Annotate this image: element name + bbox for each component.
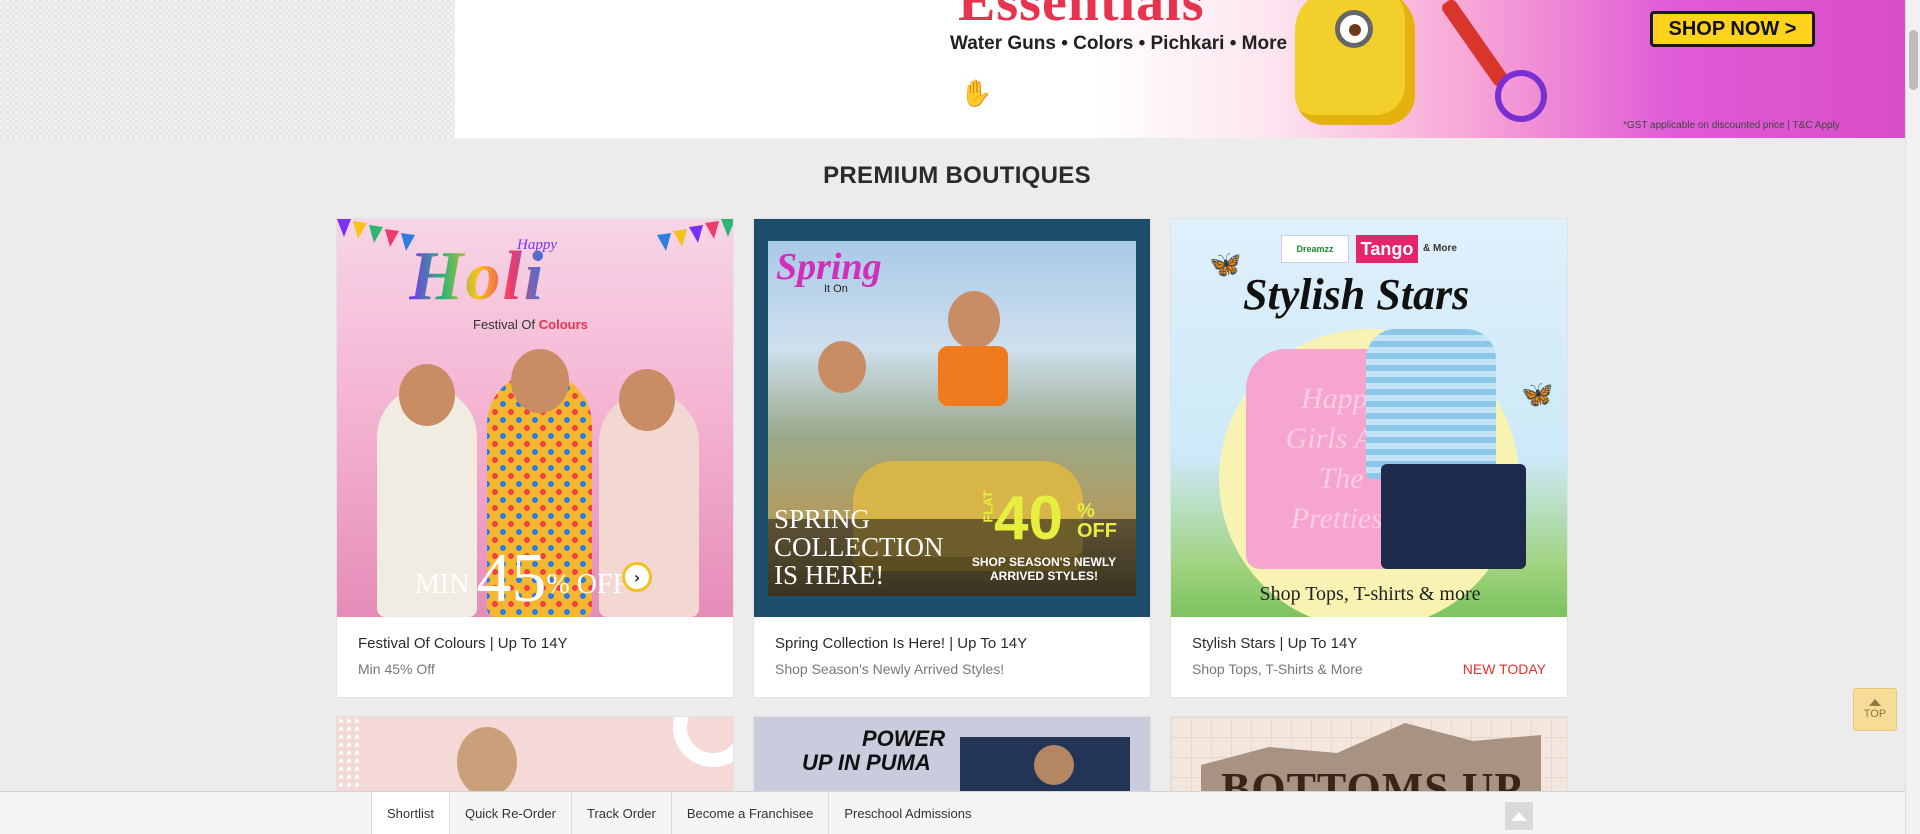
puma-line-2: UP IN PUMA [802, 750, 931, 775]
expand-bar-button[interactable] [1505, 802, 1533, 830]
kid-head-left [399, 364, 455, 426]
striped-tank-image [1366, 329, 1496, 479]
ring-shape [673, 717, 733, 767]
spring-collection-text: SPRING COLLECTION IS HERE! [774, 504, 944, 590]
caret-up-icon [1511, 811, 1527, 821]
holi-min: MIN [415, 569, 470, 600]
kid-girl-head [948, 291, 1000, 349]
hero-subtitle: Water Guns • Colors • Pichkari • More [950, 33, 1288, 54]
kid-head-right [619, 369, 675, 431]
butterfly-icon: 🦋 [1521, 379, 1554, 409]
butterfly-icon: 🦋 [1209, 249, 1242, 279]
hero-left-pattern [0, 0, 455, 138]
boutique-card-spring[interactable]: Spring It On SPRING COLLECTION IS HERE! … [753, 218, 1151, 698]
boy-head-image [457, 727, 517, 797]
card-subtitle: Shop Season's Newly Arrived Styles! [775, 661, 1005, 677]
become-franchisee-link[interactable]: Become a Franchisee [672, 792, 830, 834]
bottom-quick-bar: Shortlist Quick Re-Order Track Order Bec… [0, 791, 1905, 834]
top-label: TOP [1863, 708, 1887, 720]
holi-percent: 45 [476, 540, 547, 617]
boutique-card-holi[interactable]: Happy Holi Festival Of Colours MIN 45% O… [336, 218, 734, 698]
section-title: PREMIUM BOUTIQUES [823, 162, 1091, 189]
kid-girl-top-image [938, 346, 1008, 406]
holi-discount-text: MIN 45% OFF [415, 539, 628, 617]
puma-line-1: POWER [862, 726, 946, 751]
card-subtitle: Min 45% Off [358, 661, 435, 677]
pichkari-image [1439, 0, 1511, 89]
hero-disclaimer: *GST applicable on discounted price | T&… [1623, 120, 1840, 131]
spring-on-text: It On [824, 283, 848, 295]
boutique-image-spring[interactable]: Spring It On SPRING COLLECTION IS HERE! … [754, 219, 1150, 617]
hand-print-icon: ✋ [960, 78, 993, 108]
brand-logo-dreamzz: Dreamzz [1281, 235, 1349, 263]
chevron-right-icon[interactable]: › [622, 562, 652, 592]
boutique-card-stylish-stars[interactable]: Dreamzz Tango & More Stylish Stars Happy… [1170, 218, 1568, 698]
shop-now-button[interactable]: SHOP NOW > [1650, 11, 1815, 47]
holi-headline: Holi [409, 238, 546, 315]
bunting-right-icon [657, 219, 733, 251]
brand-more-text: & More [1423, 243, 1457, 254]
track-order-link[interactable]: Track Order [572, 792, 672, 834]
brand-logo-tango: Tango [1356, 235, 1418, 263]
quick-reorder-link[interactable]: Quick Re-Order [450, 792, 572, 834]
card-title[interactable]: Stylish Stars | Up To 14Y [1192, 635, 1357, 652]
card-title[interactable]: Festival Of Colours | Up To 14Y [358, 635, 568, 652]
hero-title: Essentials [958, 0, 1205, 33]
spring-tagline: SHOP SEASON'S NEWLY ARRIVED STYLES! [971, 555, 1117, 583]
puma-kid-image [1034, 745, 1074, 785]
holi-essentials-banner[interactable]: Essentials Water Guns • Colors • Pichkar… [455, 0, 1905, 138]
back-to-top-button[interactable]: TOP [1853, 688, 1897, 731]
stylish-stars-headline: Stylish Stars [1243, 270, 1470, 319]
holi-tagline-accent: Colours [538, 317, 588, 332]
page-scrollbar[interactable] [1905, 0, 1920, 834]
holi-off: % OFF [546, 569, 629, 600]
spring-pct-off: % OFF [1077, 500, 1117, 542]
arrow-up-icon [1869, 699, 1881, 706]
navy-shorts-image [1381, 464, 1526, 569]
shortlist-link[interactable]: Shortlist [371, 792, 450, 834]
stylish-stars-footer: Shop Tops, T-shirts & more [1259, 583, 1481, 605]
preschool-admissions-link[interactable]: Preschool Admissions [829, 792, 986, 834]
boutique-image-stylish-stars[interactable]: Dreamzz Tango & More Stylish Stars Happy… [1171, 219, 1567, 617]
scrollbar-thumb[interactable] [1909, 30, 1918, 90]
pichkari-ring-image [1495, 70, 1547, 122]
new-today-badge: NEW TODAY [1462, 661, 1546, 677]
boutique-image-holi[interactable]: Happy Holi Festival Of Colours MIN 45% O… [337, 219, 733, 617]
bottom-bar-links: Shortlist Quick Re-Order Track Order Bec… [371, 792, 986, 834]
card-title[interactable]: Spring Collection Is Here! | Up To 14Y [775, 635, 1027, 652]
kid-boy-head [818, 341, 866, 393]
holi-tagline-prefix: Festival Of [473, 317, 536, 332]
holi-tagline: Festival Of Colours [473, 317, 588, 332]
kid-head-center [511, 349, 569, 413]
puma-headline: POWER UP IN PUMA [802, 727, 945, 775]
spring-percent: 40 [994, 484, 1063, 553]
water-gun-toy-image [1295, 0, 1415, 125]
card-subtitle: Shop Tops, T-Shirts & More [1192, 661, 1363, 677]
